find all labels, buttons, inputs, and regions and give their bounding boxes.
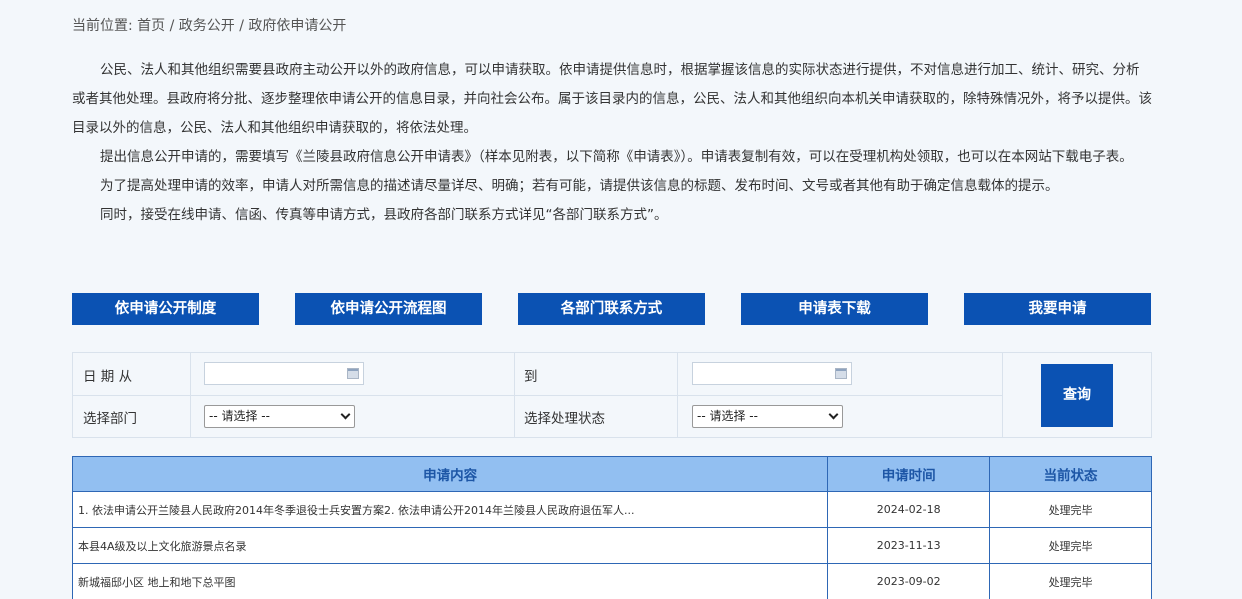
breadcrumb: 当前位置: 首页 / 政务公开 / 政府依申请公开 <box>72 18 347 34</box>
department-label: 选择部门 <box>83 411 137 427</box>
row-time: 2023-11-13 <box>827 527 991 564</box>
status-label: 选择处理状态 <box>524 411 605 427</box>
chevron-down-icon <box>828 409 839 420</box>
status-select-value: -- 请选择 -- <box>697 409 758 423</box>
table-row[interactable]: 1. 依法申请公开兰陵县人民政府2014年冬季退役士兵安置方案2. 依法申请公开… <box>71 491 1152 528</box>
status-select[interactable]: -- 请选择 -- <box>692 405 843 428</box>
results-table: 申请内容 申请时间 当前状态 1. 依法申请公开兰陵县人民政府2014年冬季退役… <box>71 456 1152 599</box>
table-row[interactable]: 本县4A级及以上文化旅游景点名录 2023-11-13 处理完毕 <box>71 527 1152 564</box>
date-to-input[interactable] <box>692 362 852 385</box>
row-status: 处理完毕 <box>989 491 1152 528</box>
divider <box>73 395 1003 396</box>
calendar-icon[interactable] <box>347 368 359 379</box>
calendar-icon[interactable] <box>835 368 847 379</box>
table-header-row: 申请内容 申请时间 当前状态 <box>71 456 1152 492</box>
department-select[interactable]: -- 请选择 -- <box>204 405 355 428</box>
page: 当前位置: 首页 / 政务公开 / 政府依申请公开 公民、法人和其他组织需要县政… <box>0 0 1242 599</box>
row-status: 处理完毕 <box>989 527 1152 564</box>
row-time: 2023-09-02 <box>827 563 991 599</box>
date-to-label: 到 <box>524 369 538 385</box>
row-time: 2024-02-18 <box>827 491 991 528</box>
intro-paragraph-2: 提出信息公开申请的，需要填写《兰陵县政府信息公开申请表》（样本见附表，以下简称《… <box>100 149 1133 165</box>
chevron-down-icon <box>340 409 351 420</box>
disclosure-system-button[interactable]: 依申请公开制度 <box>72 293 259 325</box>
intro-paragraph-3: 为了提高处理申请的效率，申请人对所需信息的描述请尽量详尽、明确；若有可能，请提供… <box>100 178 1059 194</box>
date-from-label: 日 期 从 <box>83 369 133 385</box>
date-from-input[interactable] <box>204 362 364 385</box>
row-status: 处理完毕 <box>989 563 1152 599</box>
action-button-row: 依申请公开制度 依申请公开流程图 各部门联系方式 申请表下载 我要申请 <box>72 293 1151 325</box>
intro-paragraph-1: 公民、法人和其他组织需要县政府主动公开以外的政府信息，可以申请获取。依申请提供信… <box>72 62 1152 136</box>
row-content[interactable]: 1. 依法申请公开兰陵县人民政府2014年冬季退役士兵安置方案2. 依法申请公开… <box>71 491 829 528</box>
disclosure-flowchart-button[interactable]: 依申请公开流程图 <box>295 293 482 325</box>
search-panel: 日 期 从 到 选择部门 -- 请选择 -- 选择处理状态 -- 请选择 -- … <box>72 352 1152 438</box>
query-button[interactable]: 查询 <box>1041 364 1113 427</box>
header-time: 申请时间 <box>827 456 991 492</box>
form-download-button[interactable]: 申请表下载 <box>741 293 928 325</box>
department-contacts-button[interactable]: 各部门联系方式 <box>518 293 705 325</box>
apply-button[interactable]: 我要申请 <box>964 293 1151 325</box>
header-status: 当前状态 <box>989 456 1152 492</box>
header-content: 申请内容 <box>71 456 829 492</box>
row-content[interactable]: 新城福邸小区 地上和地下总平图 <box>71 563 829 599</box>
department-select-value: -- 请选择 -- <box>209 409 270 423</box>
row-content[interactable]: 本县4A级及以上文化旅游景点名录 <box>71 527 829 564</box>
table-row[interactable]: 新城福邸小区 地上和地下总平图 2023-09-02 处理完毕 <box>71 563 1152 599</box>
intro-text: 公民、法人和其他组织需要县政府主动公开以外的政府信息，可以申请获取。依申请提供信… <box>72 56 1152 230</box>
intro-paragraph-4: 同时，接受在线申请、信函、传真等申请方式，县政府各部门联系方式详见“各部门联系方… <box>100 207 668 223</box>
